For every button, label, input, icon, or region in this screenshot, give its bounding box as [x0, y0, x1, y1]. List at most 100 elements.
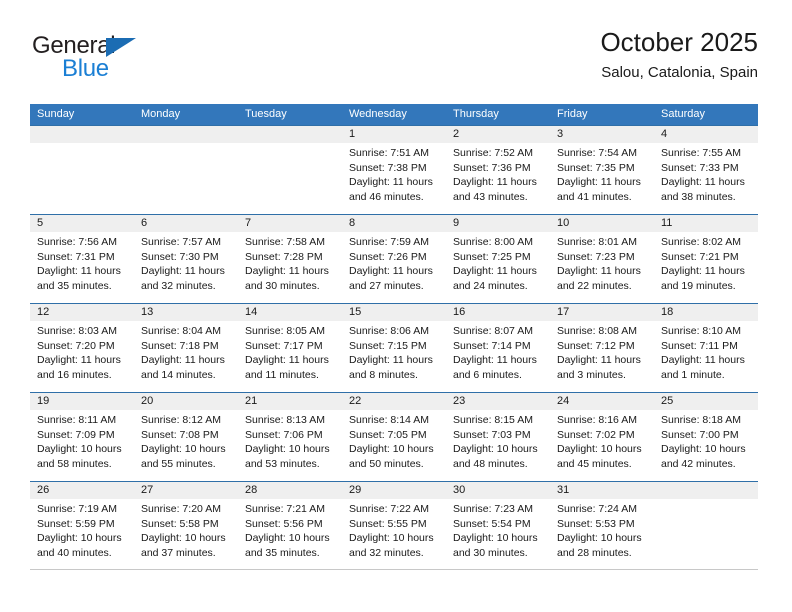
calendar-day-cell[interactable]: 11 Sunrise: 8:02 AM Sunset: 7:21 PM Dayligh… [654, 215, 758, 303]
calendar-week-row: 26 Sunrise: 7:19 AM Sunset: 5:59 PM Dayligh… [30, 481, 758, 570]
day-detail-line: Daylight: 11 hours [37, 354, 121, 366]
day-detail-line: and 50 minutes. [349, 457, 424, 470]
day-detail-line: Sunset: 5:59 PM [37, 517, 115, 530]
day-details [30, 143, 134, 146]
day-number [30, 126, 134, 143]
day-detail-line: and 19 minutes. [661, 279, 736, 292]
day-detail-line: Sunset: 7:21 PM [661, 250, 739, 263]
calendar-day-cell[interactable]: 15 Sunrise: 8:06 AM Sunset: 7:15 PM Dayligh… [342, 304, 446, 392]
calendar-day-cell[interactable]: 25 Sunrise: 8:18 AM Sunset: 7:00 PM Dayligh… [654, 393, 758, 481]
day-detail-line: and 37 minutes. [141, 546, 216, 559]
calendar-day-cell[interactable]: 10 Sunrise: 8:01 AM Sunset: 7:23 PM Dayligh… [550, 215, 654, 303]
calendar-day-cell[interactable]: 20 Sunrise: 8:12 AM Sunset: 7:08 PM Dayligh… [134, 393, 238, 481]
day-details: Sunrise: 8:16 AM Sunset: 7:02 PM Daylight:… [550, 410, 654, 471]
day-details: Sunrise: 8:08 AM Sunset: 7:12 PM Daylight:… [550, 321, 654, 382]
day-detail-line: Sunset: 7:05 PM [349, 428, 427, 441]
calendar-day-cell[interactable]: 22 Sunrise: 8:14 AM Sunset: 7:05 PM Dayligh… [342, 393, 446, 481]
calendar-day-cell[interactable]: 3 Sunrise: 7:54 AM Sunset: 7:35 PM Daylight… [550, 126, 654, 214]
calendar-day-cell-empty [238, 126, 342, 214]
calendar-day-cell[interactable]: 2 Sunrise: 7:52 AM Sunset: 7:36 PM Daylight… [446, 126, 550, 214]
day-number: 31 [550, 482, 654, 499]
weekday-header-sunday: Sunday [37, 108, 75, 120]
calendar-day-cell[interactable]: 4 Sunrise: 7:55 AM Sunset: 7:33 PM Daylight… [654, 126, 758, 214]
calendar-day-cell[interactable]: 9 Sunrise: 8:00 AM Sunset: 7:25 PM Daylight… [446, 215, 550, 303]
calendar-day-cell[interactable]: 16 Sunrise: 8:07 AM Sunset: 7:14 PM Dayligh… [446, 304, 550, 392]
calendar-day-cell[interactable]: 26 Sunrise: 7:19 AM Sunset: 5:59 PM Dayligh… [30, 482, 134, 569]
calendar-day-cell[interactable]: 5 Sunrise: 7:56 AM Sunset: 7:31 PM Daylight… [30, 215, 134, 303]
day-number: 3 [550, 126, 654, 143]
day-details: Sunrise: 7:20 AM Sunset: 5:58 PM Daylight:… [134, 499, 238, 560]
day-detail-line: Sunrise: 7:56 AM [37, 236, 117, 248]
day-detail-line: and 32 minutes. [349, 546, 424, 559]
calendar-day-cell-empty [654, 482, 758, 569]
day-detail-line: Daylight: 11 hours [661, 176, 745, 188]
day-number: 10 [550, 215, 654, 232]
calendar-day-cell[interactable]: 13 Sunrise: 8:04 AM Sunset: 7:18 PM Dayligh… [134, 304, 238, 392]
day-detail-line: Daylight: 11 hours [661, 354, 745, 366]
day-number: 8 [342, 215, 446, 232]
day-detail-line: Daylight: 11 hours [349, 354, 433, 366]
day-detail-line: Sunset: 7:35 PM [557, 161, 635, 174]
calendar-day-cell[interactable]: 1 Sunrise: 7:51 AM Sunset: 7:38 PM Daylight… [342, 126, 446, 214]
day-detail-line: and 38 minutes. [661, 190, 736, 203]
day-number: 14 [238, 304, 342, 321]
day-details: Sunrise: 7:22 AM Sunset: 5:55 PM Daylight:… [342, 499, 446, 560]
day-number: 23 [446, 393, 550, 410]
calendar-day-cell[interactable]: 14 Sunrise: 8:05 AM Sunset: 7:17 PM Dayligh… [238, 304, 342, 392]
day-detail-line: Sunset: 7:14 PM [453, 339, 531, 352]
day-number: 27 [134, 482, 238, 499]
calendar-day-cell[interactable]: 30 Sunrise: 7:23 AM Sunset: 5:54 PM Dayligh… [446, 482, 550, 569]
day-detail-line: Sunset: 7:03 PM [453, 428, 531, 441]
day-number: 2 [446, 126, 550, 143]
calendar-day-cell[interactable]: 8 Sunrise: 7:59 AM Sunset: 7:26 PM Daylight… [342, 215, 446, 303]
calendar-day-cell[interactable]: 21 Sunrise: 8:13 AM Sunset: 7:06 PM Dayligh… [238, 393, 342, 481]
weekday-header-monday: Monday [141, 108, 181, 120]
day-number: 24 [550, 393, 654, 410]
calendar-day-cell[interactable]: 24 Sunrise: 8:16 AM Sunset: 7:02 PM Dayligh… [550, 393, 654, 481]
logo-text-blue: Blue [62, 55, 109, 82]
day-detail-line: and 53 minutes. [245, 457, 320, 470]
generalblue-logo[interactable]: General Blue [32, 32, 212, 90]
day-detail-line: Daylight: 11 hours [141, 354, 225, 366]
day-detail-line: and 55 minutes. [141, 457, 216, 470]
day-detail-line: Daylight: 11 hours [453, 176, 537, 188]
day-details: Sunrise: 7:24 AM Sunset: 5:53 PM Daylight:… [550, 499, 654, 560]
calendar-grid: Sunday Monday Tuesday Wednesday Thursday Frid… [30, 104, 758, 570]
day-details: Sunrise: 7:23 AM Sunset: 5:54 PM Daylight:… [446, 499, 550, 560]
weekday-header-wednesday: Wednesday [349, 108, 407, 120]
day-detail-line: and 45 minutes. [557, 457, 632, 470]
day-number: 16 [446, 304, 550, 321]
day-details: Sunrise: 7:19 AM Sunset: 5:59 PM Daylight:… [30, 499, 134, 560]
day-details: Sunrise: 7:59 AM Sunset: 7:26 PM Daylight:… [342, 232, 446, 293]
calendar-day-cell[interactable]: 12 Sunrise: 8:03 AM Sunset: 7:20 PM Dayligh… [30, 304, 134, 392]
day-detail-line: Sunrise: 8:10 AM [661, 325, 741, 337]
day-detail-line: Sunrise: 7:57 AM [141, 236, 221, 248]
day-detail-line: and 43 minutes. [453, 190, 528, 203]
day-detail-line: Sunset: 7:15 PM [349, 339, 427, 352]
calendar-day-cell[interactable]: 31 Sunrise: 7:24 AM Sunset: 5:53 PM Dayligh… [550, 482, 654, 569]
day-detail-line: Daylight: 10 hours [557, 443, 642, 455]
calendar-day-cell[interactable]: 18 Sunrise: 8:10 AM Sunset: 7:11 PM Dayligh… [654, 304, 758, 392]
calendar-day-cell[interactable]: 6 Sunrise: 7:57 AM Sunset: 7:30 PM Daylight… [134, 215, 238, 303]
day-detail-line: Daylight: 10 hours [453, 443, 538, 455]
day-details: Sunrise: 8:13 AM Sunset: 7:06 PM Daylight:… [238, 410, 342, 471]
day-detail-line: Sunset: 7:18 PM [141, 339, 219, 352]
day-detail-line: Sunrise: 7:55 AM [661, 147, 741, 159]
day-details: Sunrise: 8:06 AM Sunset: 7:15 PM Daylight:… [342, 321, 446, 382]
calendar-day-cell[interactable]: 29 Sunrise: 7:22 AM Sunset: 5:55 PM Dayligh… [342, 482, 446, 569]
day-detail-line: Daylight: 11 hours [245, 265, 329, 277]
day-detail-line: Daylight: 10 hours [37, 532, 122, 544]
day-detail-line: Sunrise: 7:22 AM [349, 503, 429, 515]
day-detail-line: and 58 minutes. [37, 457, 112, 470]
calendar-day-cell[interactable]: 27 Sunrise: 7:20 AM Sunset: 5:58 PM Dayligh… [134, 482, 238, 569]
calendar-day-cell[interactable]: 28 Sunrise: 7:21 AM Sunset: 5:56 PM Dayligh… [238, 482, 342, 569]
calendar-day-cell[interactable]: 7 Sunrise: 7:58 AM Sunset: 7:28 PM Daylight… [238, 215, 342, 303]
day-number: 1 [342, 126, 446, 143]
calendar-day-cell[interactable]: 19 Sunrise: 8:11 AM Sunset: 7:09 PM Dayligh… [30, 393, 134, 481]
day-detail-line: Sunset: 7:30 PM [141, 250, 219, 263]
calendar-day-cell[interactable]: 17 Sunrise: 8:08 AM Sunset: 7:12 PM Dayligh… [550, 304, 654, 392]
calendar-day-cell[interactable]: 23 Sunrise: 8:15 AM Sunset: 7:03 PM Dayligh… [446, 393, 550, 481]
day-detail-line: and 46 minutes. [349, 190, 424, 203]
day-detail-line: Sunset: 7:17 PM [245, 339, 323, 352]
day-details: Sunrise: 7:21 AM Sunset: 5:56 PM Daylight:… [238, 499, 342, 560]
